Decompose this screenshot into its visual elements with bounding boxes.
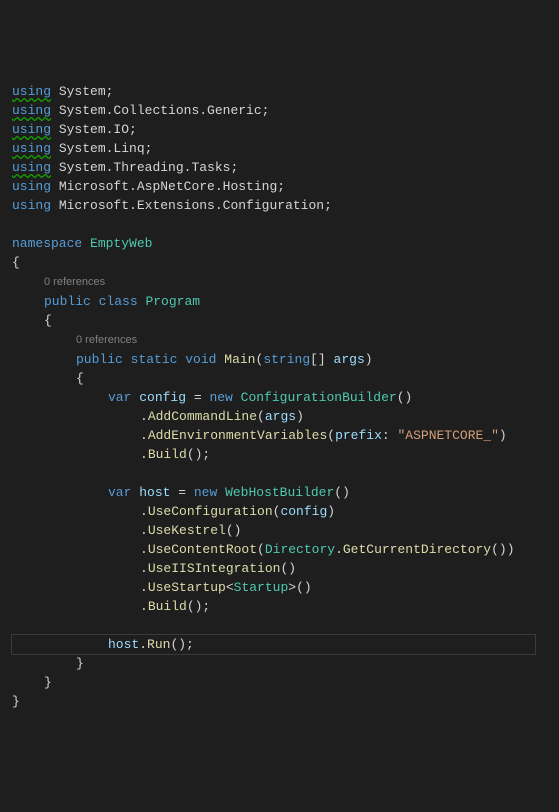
code-editor[interactable]: using System; using System.Collections.G… [12,82,547,711]
using-line: using System.Collections.Generic; [12,103,269,118]
brace: { [12,313,52,328]
brace: } [12,675,52,690]
current-line: host.Run(); [12,635,535,654]
fluent-call: .UseIISIntegration() [12,561,296,576]
fluent-call: .UseStartup<Startup>() [12,580,312,595]
fluent-call: .UseContentRoot(Directory.GetCurrentDire… [12,542,515,557]
fluent-call: .UseConfiguration(config) [12,504,335,519]
brace: } [12,656,84,671]
using-line: using System.Threading.Tasks; [12,160,238,175]
main-decl: public static void Main(string[] args) [12,352,373,367]
using-line: using System.Linq; [12,141,152,156]
brace: { [12,371,84,386]
using-line: using Microsoft.Extensions.Configuration… [12,198,332,213]
namespace-line: namespace EmptyWeb [12,236,152,251]
config-var-line: var config = new ConfigurationBuilder() [12,390,412,405]
class-decl: public class Program [12,294,200,309]
brace: } [12,694,20,709]
fluent-call: .AddCommandLine(args) [12,409,304,424]
host-var-line: var host = new WebHostBuilder() [12,485,350,500]
brace: { [12,255,20,270]
using-line: using System; [12,84,113,99]
using-line: using Microsoft.AspNetCore.Hosting; [12,179,285,194]
fluent-call: .AddEnvironmentVariables(prefix: "ASPNET… [12,428,507,443]
fluent-call: .Build(); [12,599,210,614]
codelens-references[interactable]: 0 references [12,334,137,346]
fluent-call: .UseKestrel() [12,523,241,538]
using-line: using System.IO; [12,122,137,137]
fluent-call: .Build(); [12,447,210,462]
codelens-references[interactable]: 0 references [12,276,105,288]
